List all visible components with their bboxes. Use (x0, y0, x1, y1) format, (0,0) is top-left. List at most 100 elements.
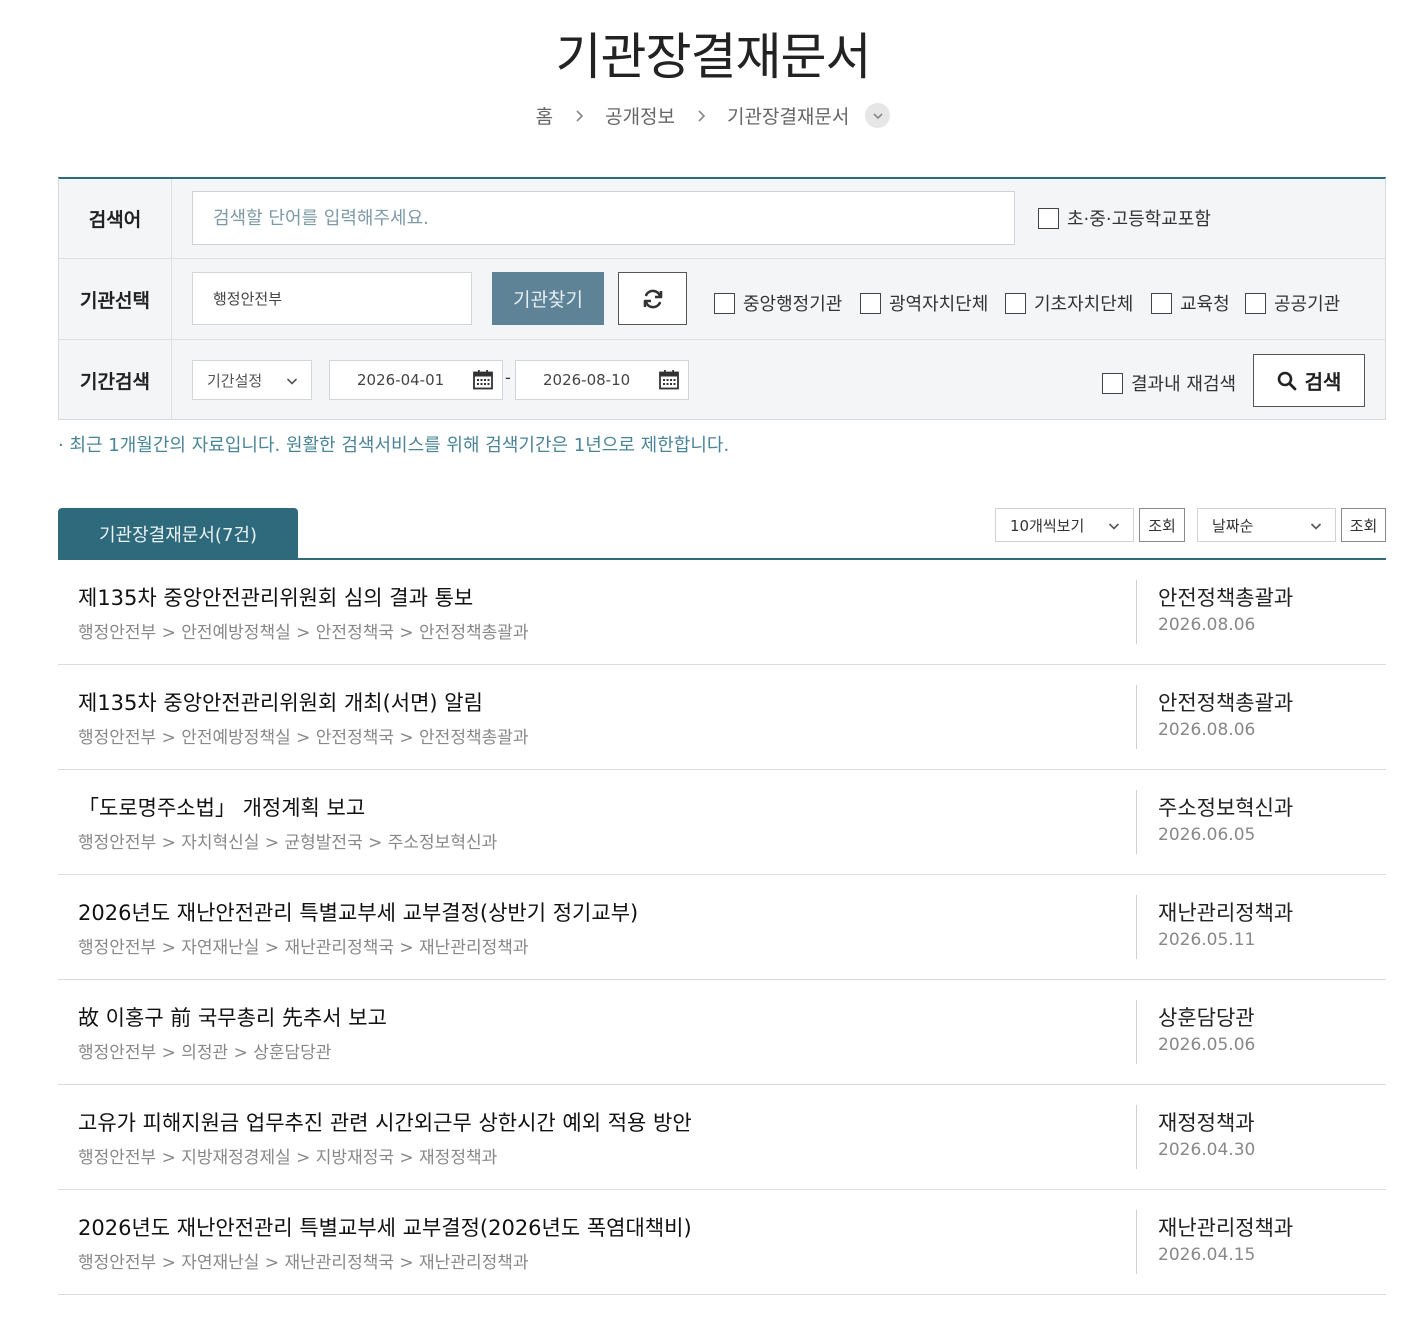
result-title[interactable]: 제135차 중앙안전관리위원회 개최(서면) 알림 (78, 687, 483, 717)
period-select-value: 기간설정 (207, 371, 263, 390)
chevron-down-icon (1108, 523, 1120, 530)
search-button-label: 검색 (1304, 372, 1342, 394)
tab-documents[interactable]: 기관장결재문서(7건) (58, 508, 298, 560)
result-date: 2026.04.30 (1158, 1140, 1256, 1160)
checkbox-box[interactable] (1038, 207, 1059, 229)
breadcrumb-public-info[interactable]: 공개정보 (605, 102, 675, 129)
divider (1136, 580, 1137, 644)
result-org-path: 행정안전부 > 자연재난실 > 재난관리정책국 > 재난관리정책과 (78, 938, 529, 958)
result-department: 안전정책총괄과 (1158, 691, 1294, 715)
divider (1136, 1000, 1137, 1064)
result-item[interactable]: 2026년도 재난안전관리 특별교부세 교부결정(2026년도 폭염대책비) 행… (58, 1190, 1386, 1295)
org-find-button[interactable]: 기관찾기 (492, 272, 604, 325)
page-size-select[interactable]: 10개씩보기 (995, 508, 1134, 542)
keyword-label: 검색어 (59, 179, 172, 258)
result-org-path: 행정안전부 > 자연재난실 > 재난관리정책국 > 재난관리정책과 (78, 1253, 529, 1273)
result-item[interactable]: 2026년도 재난안전관리 특별교부세 교부결정(상반기 정기교부) 행정안전부… (58, 875, 1386, 980)
divider (1136, 1210, 1137, 1274)
org-type-label: 교육청 (1180, 294, 1230, 315)
keyword-row: 검색어 초·중·고등학교포함 (59, 179, 1385, 259)
result-org-path: 행정안전부 > 안전예방정책실 > 안전정책국 > 안전정책총괄과 (78, 623, 529, 643)
result-department: 재난관리정책과 (1158, 1216, 1294, 1240)
org-type-metro[interactable]: 광역자치단체 (860, 290, 988, 316)
org-type-local[interactable]: 기초자치단체 (1005, 290, 1133, 316)
search-notice: · 최근 1개월간의 자료입니다. 원활한 검색서비스를 위해 검색기간은 1년… (58, 435, 730, 456)
org-type-label: 중앙행정기관 (743, 294, 843, 315)
breadcrumb-home[interactable]: 홈 (536, 102, 553, 129)
result-date: 2026.06.05 (1158, 825, 1256, 845)
result-title[interactable]: 「도로명주소법」 개정계획 보고 (78, 792, 365, 822)
checkbox-box[interactable] (1151, 292, 1172, 314)
result-date: 2026.05.06 (1158, 1035, 1256, 1055)
result-date: 2026.08.06 (1158, 720, 1256, 740)
result-item[interactable]: 제135차 중앙안전관리위원회 심의 결과 통보 행정안전부 > 안전예방정책실… (58, 560, 1386, 665)
checkbox-box[interactable] (714, 292, 735, 314)
chevron-right-icon (571, 108, 587, 124)
result-title[interactable]: 故 이홍구 前 국무총리 先추서 보고 (78, 1002, 387, 1032)
org-row: 기관선택 기관찾기 중앙행정기관 광역자치단체 기초자치단체 교육청 (59, 259, 1385, 340)
sort-value: 날짜순 (1212, 516, 1254, 535)
result-item[interactable]: 「도로명주소법」 개정계획 보고 행정안전부 > 자치혁신실 > 균형발전국 >… (58, 770, 1386, 875)
checkbox-box[interactable] (1245, 292, 1266, 314)
divider (1136, 1105, 1137, 1169)
calendar-icon[interactable] (658, 369, 680, 391)
page-size-apply-button[interactable]: 조회 (1139, 508, 1185, 542)
result-department: 재난관리정책과 (1158, 901, 1294, 925)
result-department: 상훈담당관 (1158, 1006, 1255, 1030)
result-item[interactable]: 제135차 중앙안전관리위원회 개최(서면) 알림 행정안전부 > 안전예방정책… (58, 665, 1386, 770)
breadcrumb-current[interactable]: 기관장결재문서 (727, 102, 849, 129)
calendar-icon[interactable] (472, 369, 494, 391)
chevron-down-icon (873, 112, 883, 119)
page-title: 기관장결재문서 (555, 28, 872, 86)
keyword-input[interactable] (192, 191, 1015, 245)
org-type-label: 기초자치단체 (1034, 294, 1134, 315)
result-title[interactable]: 2026년도 재난안전관리 특별교부세 교부결정(상반기 정기교부) (78, 897, 638, 927)
result-department: 안전정책총괄과 (1158, 586, 1294, 610)
period-select[interactable]: 기간설정 (192, 360, 312, 400)
result-department: 주소정보혁신과 (1158, 796, 1294, 820)
checkbox-box[interactable] (1005, 292, 1026, 314)
date-from-input[interactable]: 2026-04-01 (329, 360, 503, 400)
checkbox-box[interactable] (1102, 372, 1123, 394)
refresh-button[interactable] (618, 272, 687, 325)
include-schools-label: 초·중·고등학교포함 (1067, 209, 1211, 230)
search-panel: 검색어 초·중·고등학교포함 기관선택 기관찾기 중앙행정기관 광역자치단체 (58, 177, 1386, 420)
sort-select[interactable]: 날짜순 (1197, 508, 1336, 542)
result-item[interactable]: 故 이홍구 前 국무총리 先추서 보고 행정안전부 > 의정관 > 상훈담당관 … (58, 980, 1386, 1085)
sort-apply-button[interactable]: 조회 (1341, 508, 1386, 542)
date-to-input[interactable]: 2026-08-10 (515, 360, 689, 400)
org-type-central[interactable]: 중앙행정기관 (714, 290, 842, 316)
org-input[interactable] (192, 272, 472, 325)
result-department: 재정정책과 (1158, 1111, 1255, 1135)
org-type-education[interactable]: 교육청 (1151, 290, 1230, 316)
result-org-path: 행정안전부 > 의정관 > 상훈담당관 (78, 1043, 332, 1063)
result-title[interactable]: 2026년도 재난안전관리 특별교부세 교부결정(2026년도 폭염대책비) (78, 1212, 692, 1242)
result-org-path: 행정안전부 > 자치혁신실 > 균형발전국 > 주소정보혁신과 (78, 833, 498, 853)
include-schools-checkbox[interactable]: 초·중·고등학교포함 (1038, 205, 1211, 231)
refresh-icon (643, 289, 662, 308)
org-type-label: 공공기관 (1274, 294, 1341, 315)
breadcrumb-dropdown-toggle[interactable] (865, 103, 891, 128)
result-date: 2026.04.15 (1158, 1245, 1256, 1265)
chevron-right-icon (693, 108, 709, 124)
org-type-label: 광역자치단체 (889, 294, 989, 315)
result-date: 2026.05.11 (1158, 930, 1256, 950)
chevron-down-icon (286, 378, 298, 385)
result-list: 제135차 중앙안전관리위원회 심의 결과 통보 행정안전부 > 안전예방정책실… (58, 560, 1386, 1295)
org-type-public[interactable]: 공공기관 (1245, 290, 1340, 316)
result-title[interactable]: 고유가 피해지원금 업무추진 관련 시간외근무 상한시간 예외 적용 방안 (78, 1107, 692, 1137)
divider (1136, 895, 1137, 959)
date-separator: - (505, 368, 511, 387)
checkbox-box[interactable] (860, 292, 881, 314)
period-label: 기간검색 (59, 340, 172, 420)
search-button[interactable]: 검색 (1253, 354, 1365, 407)
research-within-checkbox[interactable]: 결과내 재검색 (1102, 370, 1236, 396)
result-item[interactable]: 고유가 피해지원금 업무추진 관련 시간외근무 상한시간 예외 적용 방안 행정… (58, 1085, 1386, 1190)
page-size-value: 10개씩보기 (1010, 516, 1085, 535)
date-from-value: 2026-04-01 (357, 371, 445, 389)
result-date: 2026.08.06 (1158, 615, 1256, 635)
period-row: 기간검색 기간설정 2026-04-01 - 2026-08-10 결과내 재검… (59, 340, 1385, 420)
chevron-down-icon (1310, 523, 1322, 530)
result-title[interactable]: 제135차 중앙안전관리위원회 심의 결과 통보 (78, 582, 473, 612)
org-label: 기관선택 (59, 259, 172, 339)
